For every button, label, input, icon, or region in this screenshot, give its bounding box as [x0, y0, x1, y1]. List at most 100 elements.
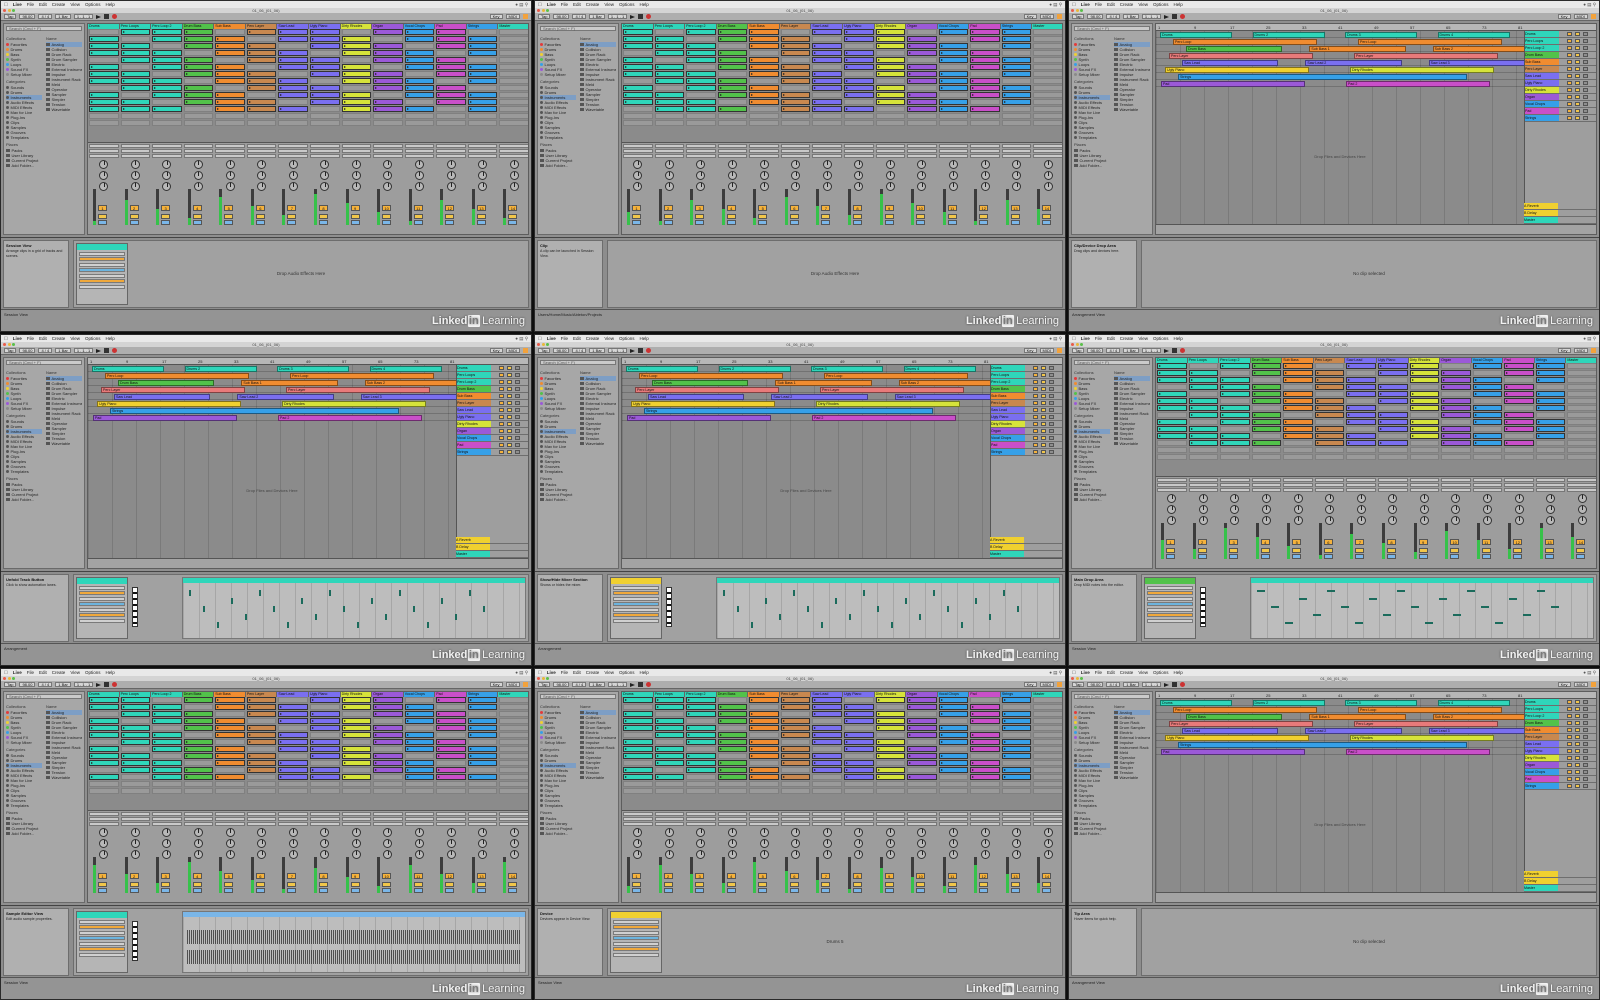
- clip-slot[interactable]: [812, 753, 842, 759]
- clip-slot[interactable]: [278, 746, 308, 752]
- clip-slot[interactable]: [907, 746, 937, 752]
- empty-clip-slot[interactable]: [310, 788, 340, 794]
- clip-slot[interactable]: [467, 746, 498, 752]
- empty-clip-slot[interactable]: [499, 99, 528, 105]
- arm-button[interactable]: [508, 888, 518, 893]
- clip-slot[interactable]: [1001, 29, 1032, 35]
- clip-slot[interactable]: [152, 746, 182, 752]
- audio-to-menu[interactable]: [686, 822, 716, 826]
- clip-slot[interactable]: [938, 760, 969, 766]
- quantize-menu[interactable]: 1 Bar: [1123, 682, 1139, 687]
- solo-button[interactable]: [507, 415, 512, 419]
- key-map-button[interactable]: Key: [489, 682, 503, 687]
- arrangement-clip[interactable]: Perc Layer: [635, 386, 780, 393]
- send-a-knob[interactable]: [727, 160, 737, 169]
- track-lane[interactable]: Strings: [1156, 741, 1524, 748]
- send-b-knob[interactable]: [1230, 505, 1240, 514]
- clip-slot[interactable]: [1220, 412, 1250, 418]
- arm-button[interactable]: [1583, 756, 1588, 760]
- arrangement-clip[interactable]: Sub Bass 1: [1309, 713, 1406, 720]
- arm-button[interactable]: [476, 888, 486, 893]
- clip-slot[interactable]: [467, 725, 498, 731]
- clip-name-bar[interactable]: [77, 912, 127, 918]
- track-lane[interactable]: Saw Lead Saw Lead 2 Saw Lead 3: [622, 393, 991, 400]
- midi-note[interactable]: [835, 598, 837, 604]
- track-activator-button[interactable]: [1567, 777, 1572, 781]
- midi-note[interactable]: [849, 614, 851, 620]
- clip-slot[interactable]: [183, 774, 214, 780]
- clip-slot[interactable]: [717, 711, 748, 717]
- arm-button[interactable]: [1260, 554, 1270, 559]
- audio-from-menu[interactable]: [278, 144, 308, 148]
- empty-clip-slot[interactable]: [183, 106, 214, 112]
- audio-to-menu[interactable]: [1409, 488, 1440, 492]
- clip-slot[interactable]: [1409, 433, 1440, 439]
- midi-note[interactable]: [259, 590, 261, 596]
- monitor-menu[interactable]: [436, 149, 466, 153]
- clip-slot[interactable]: [467, 760, 498, 766]
- empty-clip-slot[interactable]: [310, 704, 340, 710]
- monitor-menu[interactable]: [1001, 149, 1032, 153]
- arm-button[interactable]: [1583, 60, 1588, 64]
- audio-from-menu[interactable]: [875, 144, 906, 148]
- arrangement-clip[interactable]: Drums: [626, 365, 699, 372]
- track-header[interactable]: Drum Bass: [1525, 720, 1596, 727]
- arm-button[interactable]: [515, 415, 520, 419]
- empty-clip-slot[interactable]: [436, 704, 466, 710]
- empty-clip-slot[interactable]: [310, 120, 340, 126]
- track-header[interactable]: Drums: [991, 365, 1062, 372]
- clip-slot[interactable]: [844, 704, 874, 710]
- arrangement-position-field[interactable]: 1 . 1 . 1: [73, 14, 94, 19]
- clip-slot[interactable]: [1346, 419, 1376, 425]
- audio-from-menu[interactable]: [1567, 478, 1596, 482]
- menu-item-file[interactable]: File: [27, 336, 34, 341]
- clip-slot[interactable]: [907, 36, 937, 42]
- solo-button[interactable]: [1041, 387, 1046, 391]
- empty-clip-slot[interactable]: [183, 113, 214, 119]
- clip-slot[interactable]: [436, 57, 466, 63]
- arm-button[interactable]: [224, 888, 234, 893]
- midi-note[interactable]: [455, 614, 457, 620]
- clip-slot[interactable]: [1001, 753, 1032, 759]
- clip-slot[interactable]: [1220, 440, 1250, 446]
- midi-note[interactable]: [1495, 622, 1503, 624]
- menu-item-file[interactable]: File: [27, 2, 34, 7]
- place-item[interactable]: Add Folder...: [1074, 163, 1110, 168]
- clip-slot[interactable]: [844, 767, 874, 773]
- clip-slot[interactable]: [844, 29, 874, 35]
- send-a-knob[interactable]: [257, 160, 267, 169]
- stop-icon[interactable]: [638, 14, 644, 19]
- empty-clip-slot[interactable]: [310, 760, 340, 766]
- volume-fader[interactable]: 14: [502, 855, 518, 893]
- monitor-menu[interactable]: [1220, 483, 1250, 487]
- close-icon[interactable]: [537, 343, 540, 346]
- clip-slot[interactable]: [246, 29, 277, 35]
- empty-clip-slot[interactable]: [1567, 377, 1596, 383]
- clip-slot[interactable]: [1188, 377, 1219, 383]
- send-b-knob[interactable]: [759, 171, 769, 180]
- clip-slot[interactable]: [404, 732, 435, 738]
- key-map-button[interactable]: Key: [489, 14, 503, 19]
- clip-slot[interactable]: [812, 85, 842, 91]
- clip-slot[interactable]: [907, 774, 937, 780]
- audio-from-menu[interactable]: [1346, 478, 1376, 482]
- empty-clip-slot[interactable]: [183, 120, 214, 126]
- empty-clip-slot[interactable]: [623, 50, 653, 56]
- clip-slot[interactable]: [844, 85, 874, 91]
- arm-button[interactable]: [1583, 700, 1588, 704]
- track-lane[interactable]: Perc Loop Perc Loop: [1156, 706, 1524, 713]
- clip-slot[interactable]: [1283, 398, 1313, 404]
- track-activator-button[interactable]: [1033, 401, 1038, 405]
- quantize-menu[interactable]: 1 Bar: [589, 682, 605, 687]
- track-activator-button[interactable]: [499, 380, 504, 384]
- empty-clip-slot[interactable]: [844, 99, 874, 105]
- track-activator-button[interactable]: 1: [98, 205, 107, 211]
- track-lane[interactable]: Strings: [622, 407, 990, 414]
- clip-slot[interactable]: [780, 50, 811, 56]
- solo-button[interactable]: [507, 387, 512, 391]
- clip-slot[interactable]: [1157, 405, 1187, 411]
- midi-note[interactable]: [413, 606, 415, 612]
- empty-clip-slot[interactable]: [686, 718, 716, 724]
- monitor-menu[interactable]: [467, 817, 498, 821]
- menu-item-options[interactable]: Options: [619, 670, 635, 675]
